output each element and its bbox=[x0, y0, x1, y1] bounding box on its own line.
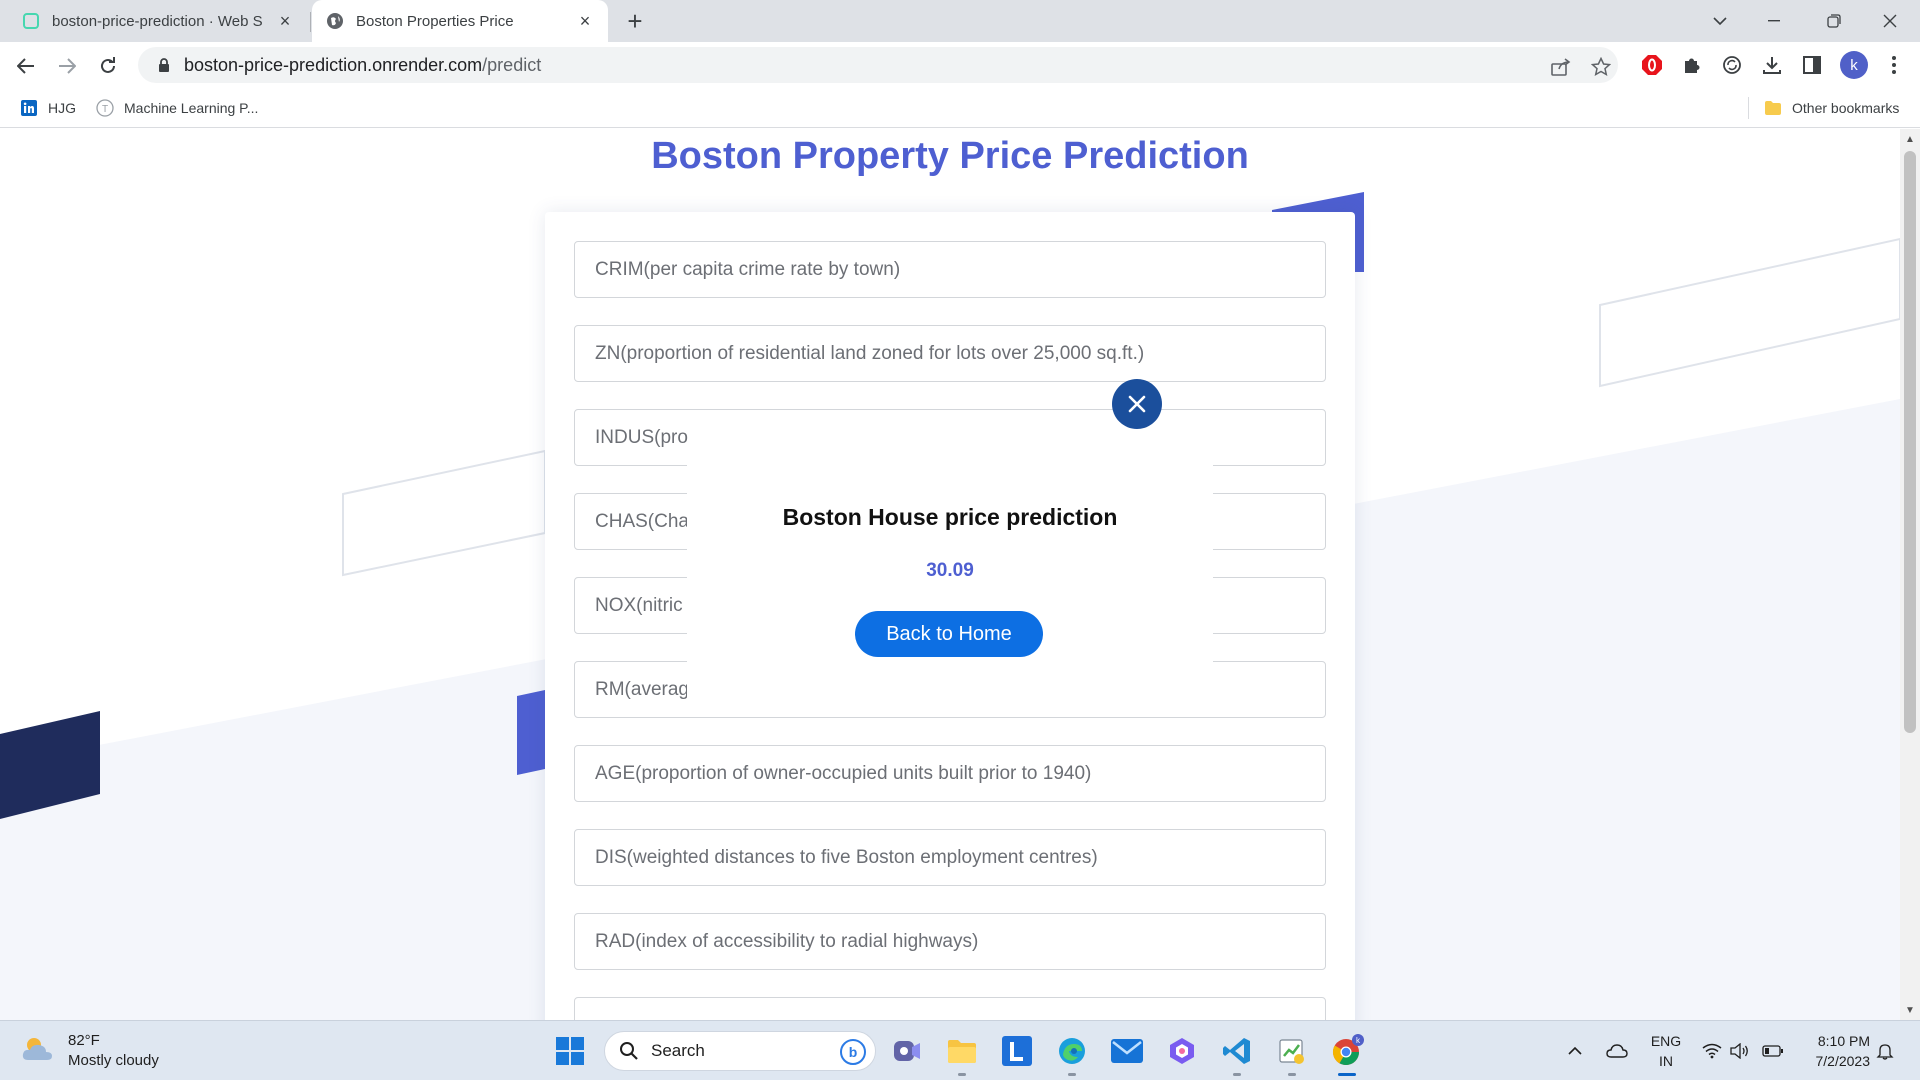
weather-temperature: 82°F bbox=[68, 1032, 100, 1049]
close-tab-icon[interactable]: × bbox=[576, 11, 594, 31]
rad-input[interactable]: RAD(index of accessibility to radial hig… bbox=[574, 913, 1326, 970]
system-clock[interactable]: 8:10 PM 7/2/2023 bbox=[1790, 1031, 1871, 1071]
clock-date: 7/2/2023 bbox=[1815, 1053, 1871, 1069]
windows-start-icon[interactable] bbox=[551, 1032, 589, 1070]
linkedin-icon bbox=[20, 99, 38, 117]
search-label: Search bbox=[651, 1041, 705, 1060]
close-modal-button[interactable] bbox=[1112, 379, 1162, 429]
close-tab-icon[interactable]: × bbox=[276, 11, 294, 31]
file-explorer-icon[interactable] bbox=[943, 1032, 981, 1076]
side-panel-icon[interactable] bbox=[1796, 49, 1828, 81]
extensions-puzzle-icon[interactable] bbox=[1676, 49, 1708, 81]
crim-input[interactable]: CRIM(per capita crime rate by town) bbox=[574, 241, 1326, 298]
vscode-icon[interactable] bbox=[1218, 1032, 1256, 1076]
profile-avatar[interactable]: k bbox=[1840, 51, 1868, 79]
tab-title: boston-price-prediction · Web S bbox=[52, 12, 263, 30]
teams-meet-icon[interactable] bbox=[888, 1032, 926, 1070]
back-arrow-icon[interactable] bbox=[10, 50, 42, 82]
weather-description: Mostly cloudy bbox=[68, 1052, 159, 1069]
edge-browser-icon[interactable] bbox=[1053, 1032, 1091, 1076]
page-title: Boston Property Price Prediction bbox=[651, 135, 1249, 177]
svg-text:T: T bbox=[102, 104, 108, 115]
running-indicator bbox=[958, 1073, 966, 1076]
reload-icon[interactable] bbox=[92, 50, 124, 82]
kebab-menu-icon[interactable] bbox=[1878, 49, 1910, 81]
address-bar[interactable]: boston-price-prediction.onrender.com/pre… bbox=[138, 47, 1618, 83]
next-input[interactable] bbox=[574, 997, 1326, 1020]
volume-icon[interactable] bbox=[1730, 1021, 1750, 1080]
wifi-icon[interactable] bbox=[1702, 1021, 1722, 1080]
chrome-icon[interactable]: k bbox=[1328, 1032, 1366, 1076]
url-text[interactable]: boston-price-prediction.onrender.com/pre… bbox=[184, 55, 541, 76]
zn-input[interactable]: ZN(proportion of residential land zoned … bbox=[574, 325, 1326, 382]
show-hidden-icons-chevron-icon[interactable] bbox=[1568, 1021, 1582, 1080]
dis-input[interactable]: DIS(weighted distances to five Boston em… bbox=[574, 829, 1326, 886]
globe-icon bbox=[326, 12, 344, 30]
search-icon bbox=[619, 1041, 639, 1061]
download-icon[interactable] bbox=[1756, 49, 1788, 81]
bing-icon: b bbox=[839, 1038, 867, 1071]
windows-taskbar: 82°F Mostly cloudy Search b k ENG IN 8:1… bbox=[0, 1020, 1920, 1080]
language-indicator[interactable]: ENG IN bbox=[1648, 1031, 1684, 1071]
close-window-button[interactable] bbox=[1862, 0, 1918, 42]
predicted-price: 30.09 bbox=[926, 560, 974, 581]
bookmark-label: Machine Learning P... bbox=[124, 100, 259, 116]
minimize-button[interactable] bbox=[1746, 0, 1802, 42]
taskbar-search[interactable]: Search b bbox=[604, 1031, 876, 1071]
copilot-icon[interactable] bbox=[1163, 1032, 1201, 1070]
scroll-down-icon[interactable]: ▼ bbox=[1904, 1004, 1916, 1016]
tab-boston-properties[interactable]: Boston Properties Price × bbox=[312, 0, 608, 42]
lock-icon[interactable] bbox=[144, 57, 184, 73]
language-code: ENG bbox=[1650, 1033, 1682, 1049]
page-viewport: Boston Property Price Prediction CRIM(pe… bbox=[0, 129, 1900, 1020]
forward-arrow-icon[interactable] bbox=[51, 50, 83, 82]
site-icon: T bbox=[96, 99, 114, 117]
bookmark-divider bbox=[1748, 97, 1749, 119]
back-to-home-button[interactable]: Back to Home bbox=[855, 611, 1043, 657]
clock-time: 8:10 PM bbox=[1817, 1033, 1870, 1049]
close-icon bbox=[1128, 395, 1146, 413]
share-icon[interactable] bbox=[1550, 56, 1572, 78]
folder-icon bbox=[1764, 99, 1782, 117]
tab-strip: boston-price-prediction · Web S × Boston… bbox=[0, 0, 1920, 42]
render-icon bbox=[22, 12, 40, 30]
running-indicator bbox=[1288, 1073, 1296, 1076]
tab-divider bbox=[310, 12, 311, 32]
battery-icon[interactable] bbox=[1762, 1021, 1784, 1080]
sync-extension-icon[interactable] bbox=[1716, 49, 1748, 81]
other-bookmarks-label: Other bookmarks bbox=[1792, 100, 1900, 116]
restore-button[interactable] bbox=[1806, 0, 1862, 42]
bookmarks-bar: HJG T Machine Learning P... Other bookma… bbox=[0, 88, 1920, 128]
bookmark-hjg[interactable]: HJG bbox=[20, 98, 76, 118]
running-indicator bbox=[1068, 1073, 1076, 1076]
mail-icon[interactable] bbox=[1108, 1032, 1146, 1070]
svg-text:b: b bbox=[849, 1044, 858, 1060]
notifications-bell-icon[interactable] bbox=[1876, 1021, 1894, 1080]
other-bookmarks[interactable]: Other bookmarks bbox=[1764, 98, 1899, 118]
modal-heading: Boston House price prediction bbox=[782, 504, 1118, 530]
bookmark-label: HJG bbox=[48, 100, 76, 116]
tab-render-dashboard[interactable]: boston-price-prediction · Web S × bbox=[8, 0, 308, 42]
weather-widget[interactable]: 82°F Mostly cloudy bbox=[20, 1031, 159, 1071]
running-indicator bbox=[1233, 1073, 1241, 1076]
tab-search-chevron-icon[interactable] bbox=[1692, 0, 1748, 42]
python-idle-icon[interactable] bbox=[1273, 1032, 1311, 1076]
bookmark-star-icon[interactable] bbox=[1590, 56, 1612, 78]
cloudy-weather-icon bbox=[20, 1034, 56, 1069]
age-input[interactable]: AGE(proportion of owner-occupied units b… bbox=[574, 745, 1326, 802]
new-tab-button[interactable]: + bbox=[620, 6, 650, 36]
region-code: IN bbox=[1659, 1053, 1673, 1069]
l-app-icon[interactable] bbox=[998, 1032, 1036, 1070]
prediction-modal: Boston House price prediction 30.09 Back… bbox=[687, 379, 1213, 713]
scroll-thumb[interactable] bbox=[1904, 151, 1916, 733]
tab-title: Boston Properties Price bbox=[356, 12, 514, 30]
onedrive-cloud-icon[interactable] bbox=[1606, 1021, 1628, 1080]
bookmark-machine-learning[interactable]: T Machine Learning P... bbox=[96, 98, 258, 118]
running-indicator bbox=[1338, 1073, 1356, 1076]
scroll-up-icon[interactable]: ▲ bbox=[1904, 133, 1916, 145]
page-scrollbar[interactable]: ▲ ▼ bbox=[1900, 129, 1920, 1020]
opera-extension-icon[interactable] bbox=[1636, 49, 1668, 81]
browser-toolbar: boston-price-prediction.onrender.com/pre… bbox=[0, 42, 1920, 88]
